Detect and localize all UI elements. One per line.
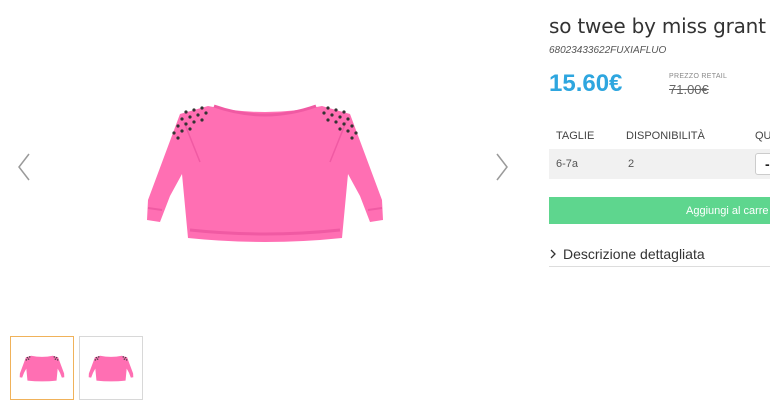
gallery-next-button[interactable] (492, 150, 512, 184)
product-gallery (0, 0, 530, 416)
stock-value: 2 (628, 158, 635, 170)
chevron-right-icon (496, 153, 508, 181)
thumbnail-2[interactable] (79, 336, 143, 400)
table-row: 6-7a 2 - (549, 149, 770, 179)
thumbnail-image (88, 355, 134, 382)
chevron-left-icon (18, 153, 30, 181)
size-value: 6-7a (556, 158, 579, 170)
chevron-right-icon (550, 249, 556, 259)
retail-price: 71.00€ (669, 82, 709, 97)
retail-price-label: PREZZO RETAIL (669, 73, 728, 80)
product-image (147, 104, 383, 242)
add-to-cart-button[interactable]: Aggiungi al carre (549, 197, 770, 224)
product-sku: 68023433622FUXIAFLUO (549, 45, 667, 56)
column-header-size: TAGLIE (556, 130, 595, 142)
column-header-availability: DISPONIBILITÀ (626, 130, 705, 142)
thumbnail-1[interactable] (10, 336, 74, 400)
description-label: Descrizione dettagliata (563, 246, 705, 262)
thumbnail-strip (10, 336, 143, 400)
quantity-decrement-button[interactable]: - (755, 153, 770, 175)
description-toggle[interactable]: Descrizione dettagliata (549, 242, 770, 267)
product-price: 15.60€ (549, 70, 623, 97)
thumbnail-image (19, 355, 65, 382)
column-header-quantity: QU (755, 130, 770, 142)
product-title: so twee by miss grant a/i (549, 14, 770, 38)
product-info: so twee by miss grant a/i 68023433622FUX… (549, 0, 770, 416)
gallery-prev-button[interactable] (14, 150, 34, 184)
